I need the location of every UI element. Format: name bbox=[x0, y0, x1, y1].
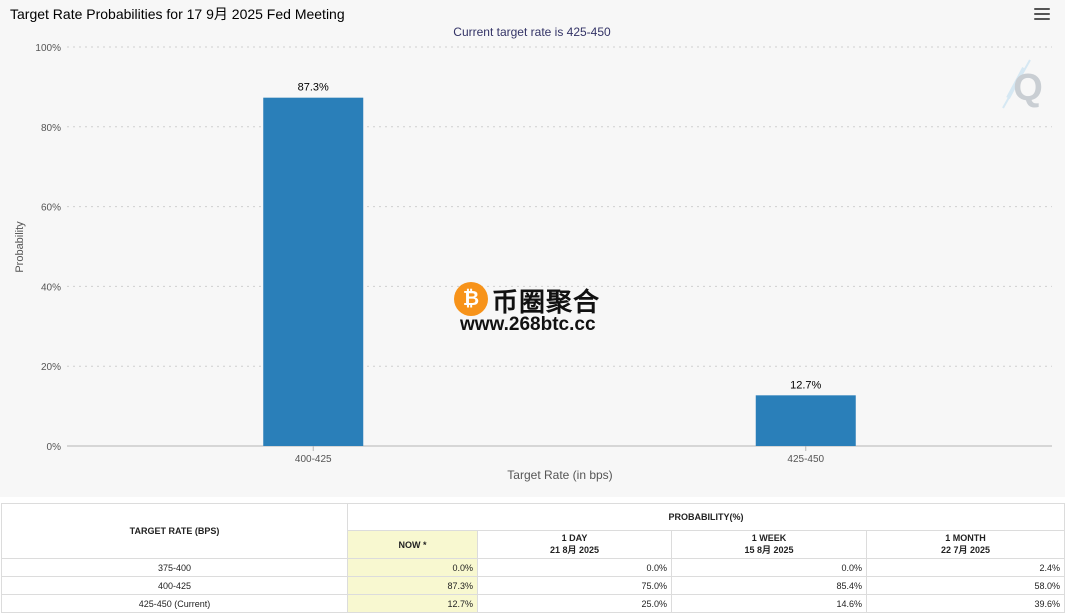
table-row: 400-425 87.3% 75.0% 85.4% 58.0% bbox=[1, 576, 1065, 595]
table-row: 425-450 (Current) 12.7% 25.0% 14.6% 39.6… bbox=[1, 594, 1065, 613]
column-header-label: 1 MONTH bbox=[945, 533, 986, 543]
chart-panel: 0% 20% 40% 60% 80% 100% 400-425 425-450 Q 87.3%… bbox=[0, 0, 1065, 497]
bar bbox=[263, 97, 364, 446]
value-cell-now: 0.0% bbox=[347, 558, 478, 577]
bar-layer: 87.3% 12.7% bbox=[263, 82, 856, 446]
value-cell-now: 87.3% bbox=[347, 576, 478, 595]
value-cell-1-day: 25.0% bbox=[477, 594, 672, 613]
value-cell-1-month: 58.0% bbox=[866, 576, 1065, 595]
column-header-label: NOW * bbox=[398, 539, 427, 550]
svg-text:Q: Q bbox=[1013, 67, 1043, 109]
hamburger-menu-icon[interactable] bbox=[1034, 8, 1050, 22]
x-tick-label: 425-450 bbox=[787, 454, 824, 465]
column-header-date: 22 7月 2025 bbox=[940, 545, 991, 555]
data-label: 87.3% bbox=[298, 82, 329, 94]
value-cell-1-week: 0.0% bbox=[671, 558, 867, 577]
bar-chart: 0% 20% 40% 60% 80% 100% 400-425 425-450 Q 87.3%… bbox=[14, 25, 1052, 482]
column-header-1-week: 1 WEEK 15 8月 2025 bbox=[671, 530, 867, 559]
target-rate-header: TARGET RATE (BPS) bbox=[1, 503, 348, 559]
column-header-date: 21 8月 2025 bbox=[549, 545, 600, 555]
chart-title: Target Rate Probabilities for 17 9月 2025… bbox=[10, 6, 345, 22]
y-tick-label: 60% bbox=[41, 203, 61, 214]
data-label: 12.7% bbox=[790, 379, 821, 391]
column-header-now: NOW * bbox=[347, 530, 478, 559]
y-tick-label: 80% bbox=[41, 123, 61, 134]
rate-cell: 400-425 bbox=[1, 576, 348, 595]
column-header-1-month: 1 MONTH 22 7月 2025 bbox=[866, 530, 1065, 559]
rate-cell: 375-400 bbox=[1, 558, 348, 577]
column-header-date: 15 8月 2025 bbox=[744, 545, 794, 555]
column-header-label: 1 WEEK bbox=[751, 533, 787, 543]
x-axis-title: Target Rate (in bps) bbox=[507, 468, 612, 482]
value-cell-1-day: 75.0% bbox=[477, 576, 672, 595]
value-cell-1-month: 39.6% bbox=[866, 594, 1065, 613]
y-tick-label: 0% bbox=[47, 442, 62, 453]
y-tick-label: 20% bbox=[41, 362, 61, 373]
value-cell-1-week: 85.4% bbox=[671, 576, 867, 595]
y-tick-label: 100% bbox=[35, 43, 61, 54]
y-tick-label: 40% bbox=[41, 282, 61, 293]
q-logo-icon: Q bbox=[1002, 59, 1043, 109]
value-cell-1-week: 14.6% bbox=[671, 594, 867, 613]
column-header-label: 1 DAY bbox=[561, 533, 588, 543]
probability-table: TARGET RATE (BPS) PROBABILITY(%) NOW * 1… bbox=[1, 503, 1065, 613]
value-cell-now: 12.7% bbox=[347, 594, 478, 613]
grid-layer: 0% 20% 40% 60% 80% 100% 400-425 425-450 bbox=[35, 43, 1052, 465]
rate-cell: 425-450 (Current) bbox=[1, 594, 348, 613]
x-tick-label: 400-425 bbox=[295, 454, 332, 465]
column-header-1-day: 1 DAY 21 8月 2025 bbox=[477, 530, 672, 559]
value-cell-1-day: 0.0% bbox=[477, 558, 672, 577]
value-cell-1-month: 2.4% bbox=[866, 558, 1065, 577]
y-axis-title: Probability bbox=[14, 221, 26, 273]
bar bbox=[755, 395, 856, 446]
chart-subtitle: Current target rate is 425-450 bbox=[453, 25, 611, 39]
table-row: 375-400 0.0% 0.0% 0.0% 2.4% bbox=[1, 558, 1065, 577]
probability-header: PROBABILITY(%) bbox=[347, 503, 1065, 531]
